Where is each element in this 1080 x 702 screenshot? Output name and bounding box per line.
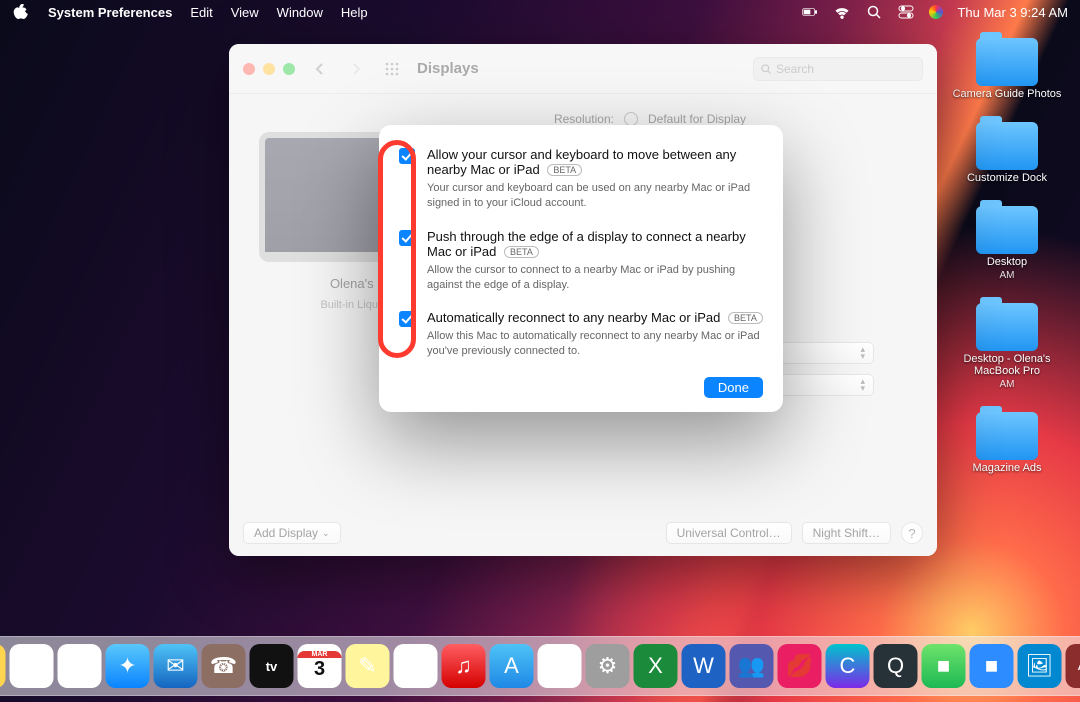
dock-app-appletv[interactable]: tv <box>250 644 294 688</box>
menubar: System Preferences Edit View Window Help… <box>0 0 1080 24</box>
desktop-folder[interactable]: Desktop AM <box>952 206 1062 281</box>
spotlight-icon[interactable] <box>865 3 883 21</box>
menubar-clock[interactable]: Thu Mar 3 9:24 AM <box>957 5 1068 20</box>
desktop-folder[interactable]: Customize Dock <box>952 122 1062 184</box>
beta-badge: BETA <box>504 246 539 258</box>
folder-label: Desktop - Olena's MacBook Pro <box>952 353 1062 377</box>
dock-app-excel[interactable]: X <box>634 644 678 688</box>
dock-app-basecamp[interactable]: ⛺ <box>0 644 6 688</box>
dock-app-mail[interactable]: ✉ <box>154 644 198 688</box>
folder-icon <box>976 122 1038 170</box>
dock-app-reminders[interactable]: ≣ <box>10 644 54 688</box>
universal-control-popover: Allow your cursor and keyboard to move b… <box>379 125 783 412</box>
wifi-icon[interactable] <box>833 3 851 21</box>
dock-app-chrome[interactable]: ◉ <box>58 644 102 688</box>
dock-app-preview[interactable]: 🖼 <box>1018 644 1062 688</box>
folder-icon <box>976 303 1038 351</box>
app-menu[interactable]: System Preferences <box>48 5 172 20</box>
desktop-folder[interactable]: Magazine Ads <box>952 412 1062 474</box>
universal-control-option: Automatically reconnect to any nearby Ma… <box>399 310 763 359</box>
apple-menu-icon[interactable] <box>12 3 30 21</box>
dock-app-zoom[interactable]: ■ <box>970 644 1014 688</box>
desktop-icons: Camera Guide Photos Customize Dock Desktop… <box>952 38 1062 474</box>
dock-app-safari[interactable]: ✦ <box>106 644 150 688</box>
folder-label: Desktop <box>987 256 1027 268</box>
folder-icon <box>976 38 1038 86</box>
option-description: Allow the cursor to connect to a nearby … <box>427 263 763 293</box>
dock-app-teams[interactable]: 👥 <box>730 644 774 688</box>
checkbox[interactable] <box>399 311 415 327</box>
desktop-folder[interactable]: Camera Guide Photos <box>952 38 1062 100</box>
desktop-folder[interactable]: Desktop - Olena's MacBook Pro AM <box>952 303 1062 390</box>
beta-badge: BETA <box>728 312 763 324</box>
menu-window[interactable]: Window <box>277 5 323 20</box>
universal-control-option: Allow your cursor and keyboard to move b… <box>399 147 763 211</box>
control-center-icon[interactable] <box>897 3 915 21</box>
option-title: Automatically reconnect to any nearby Ma… <box>427 310 763 325</box>
battery-icon[interactable] <box>801 3 819 21</box>
folder-icon <box>976 206 1038 254</box>
option-description: Your cursor and keyboard can be used on … <box>427 181 763 211</box>
dock-app-music[interactable]: ♫ <box>442 644 486 688</box>
folder-icon <box>976 412 1038 460</box>
folder-timestamp: AM <box>1000 379 1015 390</box>
dock-app-word[interactable]: W <box>682 644 726 688</box>
dock-app-settings[interactable]: ⚙ <box>586 644 630 688</box>
beta-badge: BETA <box>547 164 582 176</box>
dock-app-contacts[interactable]: ☎ <box>202 644 246 688</box>
menu-help[interactable]: Help <box>341 5 368 20</box>
checkbox[interactable] <box>399 230 415 246</box>
option-description: Allow this Mac to automatically reconnec… <box>427 329 763 359</box>
checkbox[interactable] <box>399 148 415 164</box>
folder-label: Customize Dock <box>967 172 1047 184</box>
folder-timestamp: AM <box>1000 270 1015 281</box>
dock-app-canva[interactable]: C <box>826 644 870 688</box>
dock-app-slack[interactable]: ✱ <box>538 644 582 688</box>
siri-icon[interactable] <box>929 5 943 19</box>
option-title: Allow your cursor and keyboard to move b… <box>427 147 763 177</box>
dock-app-notes[interactable]: ✎ <box>346 644 390 688</box>
dock-app-lips[interactable]: 💋 <box>778 644 822 688</box>
dock-app-dictionary[interactable]: Aa <box>1066 644 1080 688</box>
folder-label: Magazine Ads <box>972 462 1041 474</box>
dock-app-calendar[interactable]: MAR3 <box>298 644 342 688</box>
menu-edit[interactable]: Edit <box>190 5 212 20</box>
dock-app-appstore[interactable]: A <box>490 644 534 688</box>
dock-app-quicktime[interactable]: Q <box>874 644 918 688</box>
option-title: Push through the edge of a display to co… <box>427 229 763 259</box>
done-button[interactable]: Done <box>704 377 763 398</box>
folder-label: Camera Guide Photos <box>953 88 1062 100</box>
dock-app-photos[interactable]: ❀ <box>394 644 438 688</box>
dock-app-facetime[interactable]: ■ <box>922 644 966 688</box>
dock: ☺▦✉⛺≣◉✦✉☎tvMAR3✎❀♫A✱⚙XW👥💋CQ■■🖼Aa🔑⬇🗑 <box>0 636 1080 696</box>
menu-view[interactable]: View <box>231 5 259 20</box>
universal-control-option: Push through the edge of a display to co… <box>399 229 763 293</box>
